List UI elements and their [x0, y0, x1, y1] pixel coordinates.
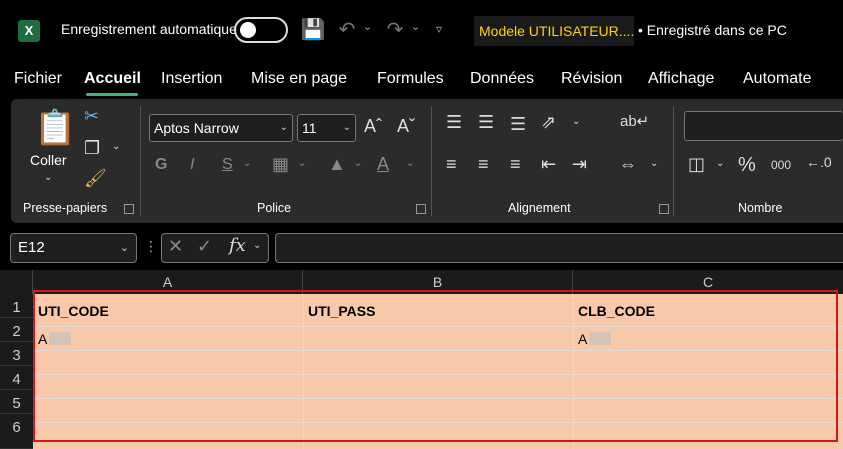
save-icon[interactable]: 💾 — [300, 16, 326, 44]
tab-formules[interactable]: Formules — [377, 70, 444, 88]
excel-logo-icon: X — [18, 20, 40, 42]
tab-revision[interactable]: Révision — [561, 70, 622, 88]
fx-dropdown-icon[interactable]: ⌄ — [253, 240, 261, 251]
align-center-icon[interactable]: ≡ — [478, 154, 489, 175]
format-painter-icon[interactable]: 🖌 — [84, 168, 107, 189]
row-header-1[interactable]: 1 — [0, 294, 33, 318]
name-box[interactable]: E12 ⌄ — [10, 233, 137, 263]
italic-button[interactable]: I — [190, 156, 194, 174]
row-header-2[interactable]: 2 — [0, 318, 33, 342]
borders-icon[interactable]: ▦ — [272, 154, 289, 175]
chevron-down-icon: ⌄ — [119, 242, 129, 254]
autosave-toggle[interactable] — [234, 17, 288, 43]
font-launcher-icon[interactable] — [416, 204, 426, 214]
highlight-rectangle — [33, 290, 838, 442]
undo-dropdown-icon[interactable]: ⌄ — [363, 20, 372, 33]
increase-indent-icon[interactable]: ⇥ — [572, 154, 587, 175]
underline-button[interactable]: S — [222, 156, 233, 174]
ribbon-separator — [673, 106, 674, 216]
number-format-select[interactable] — [684, 111, 843, 141]
font-size-select[interactable]: 11 ⌄ — [297, 114, 356, 142]
font-color-icon[interactable]: A — [377, 154, 389, 175]
chevron-down-icon: ⌄ — [342, 122, 351, 133]
saved-status: • Enregistré dans ce PC — [638, 22, 787, 38]
tab-accueil[interactable]: Accueil — [84, 70, 141, 88]
redo-dropdown-icon[interactable]: ⌄ — [411, 20, 420, 33]
tab-insertion[interactable]: Insertion — [161, 70, 222, 88]
fill-color-icon[interactable]: ▲ — [328, 154, 346, 175]
group-label-alignement: Alignement — [508, 201, 571, 215]
paste-dropdown-icon[interactable]: ⌄ — [44, 172, 52, 183]
currency-format-icon[interactable]: ◫ — [688, 154, 705, 175]
font-color-dropdown-icon[interactable]: ⌄ — [406, 158, 414, 169]
merge-center-icon[interactable]: ⇔ — [619, 154, 637, 175]
undo-icon[interactable]: ↶ — [334, 16, 360, 44]
customize-toolbar-icon[interactable]: ▿ — [436, 22, 442, 36]
alignment-launcher-icon[interactable] — [659, 204, 669, 214]
group-label-presse-papiers: Presse-papiers — [23, 201, 108, 215]
autosave-label: Enregistrement automatique — [61, 21, 237, 37]
increase-decimal-icon[interactable]: ←.0 — [806, 154, 832, 170]
chevron-down-icon: ⌄ — [279, 122, 288, 133]
ribbon-separator — [140, 106, 141, 216]
active-tab-indicator — [86, 93, 138, 96]
thousands-separator-button[interactable]: 000 — [771, 158, 791, 172]
cut-icon[interactable]: ✂ — [84, 106, 99, 127]
group-label-police: Police — [257, 201, 292, 215]
row-header-6[interactable]: 6 — [0, 414, 33, 449]
currency-dropdown-icon[interactable]: ⌄ — [716, 158, 724, 169]
borders-dropdown-icon[interactable]: ⌄ — [298, 158, 306, 169]
formula-input[interactable] — [275, 233, 843, 263]
select-all-corner[interactable] — [0, 270, 33, 294]
tab-mise-en-page[interactable]: Mise en page — [251, 70, 347, 88]
orientation-icon[interactable]: ⇗ — [541, 112, 556, 133]
group-label-nombre: Nombre — [738, 201, 783, 215]
copy-dropdown-icon[interactable]: ⌄ — [112, 141, 120, 152]
tab-donnees[interactable]: Données — [470, 70, 534, 88]
row-header-3[interactable]: 3 — [0, 342, 33, 366]
merge-dropdown-icon[interactable]: ⌄ — [650, 158, 658, 169]
tab-fichier[interactable]: Fichier — [14, 70, 62, 88]
row-header-4[interactable]: 4 — [0, 366, 33, 390]
font-name-value: Aptos Narrow — [154, 120, 239, 136]
percent-button[interactable]: % — [738, 154, 756, 177]
copy-icon[interactable]: ❐ — [84, 138, 100, 159]
enter-icon[interactable]: ✓ — [197, 236, 212, 257]
redo-icon[interactable]: ↷ — [382, 16, 408, 44]
fill-color-dropdown-icon[interactable]: ⌄ — [354, 158, 362, 169]
tab-automate[interactable]: Automate — [743, 70, 811, 88]
decrease-indent-icon[interactable]: ⇤ — [541, 154, 556, 175]
align-left-icon[interactable]: ≡ — [446, 154, 457, 175]
increase-font-icon[interactable]: Aˆ — [364, 116, 382, 137]
bold-button[interactable]: G — [155, 156, 167, 174]
document-title[interactable]: Modele UTILISATEUR.... — [474, 16, 634, 46]
align-top-icon[interactable]: ☰ — [446, 112, 462, 133]
underline-dropdown-icon[interactable]: ⌄ — [243, 158, 251, 169]
paste-button[interactable]: Coller — [30, 152, 67, 168]
insert-function-button[interactable]: fx — [229, 235, 246, 256]
name-box-value: E12 — [18, 239, 45, 256]
decrease-font-icon[interactable]: Aˇ — [397, 116, 415, 137]
font-size-value: 11 — [302, 120, 317, 136]
font-name-select[interactable]: Aptos Narrow ⌄ — [149, 114, 293, 142]
align-right-icon[interactable]: ≡ — [510, 154, 521, 175]
orientation-dropdown-icon[interactable]: ⌄ — [572, 116, 580, 127]
align-middle-icon[interactable]: ☰ — [478, 112, 494, 133]
wrap-text-icon[interactable]: ab↵ — [620, 112, 649, 130]
paste-icon[interactable]: 📋 — [34, 108, 76, 152]
clipboard-launcher-icon[interactable] — [124, 204, 134, 214]
align-bottom-icon[interactable]: ☰ — [510, 114, 526, 135]
row-header-5[interactable]: 5 — [0, 390, 33, 414]
toggle-knob — [240, 22, 256, 38]
tab-affichage[interactable]: Affichage — [648, 70, 714, 88]
cancel-icon[interactable]: ✕ — [168, 236, 183, 257]
more-options-icon[interactable]: ⋮ — [144, 238, 158, 255]
ribbon-separator — [431, 106, 432, 216]
